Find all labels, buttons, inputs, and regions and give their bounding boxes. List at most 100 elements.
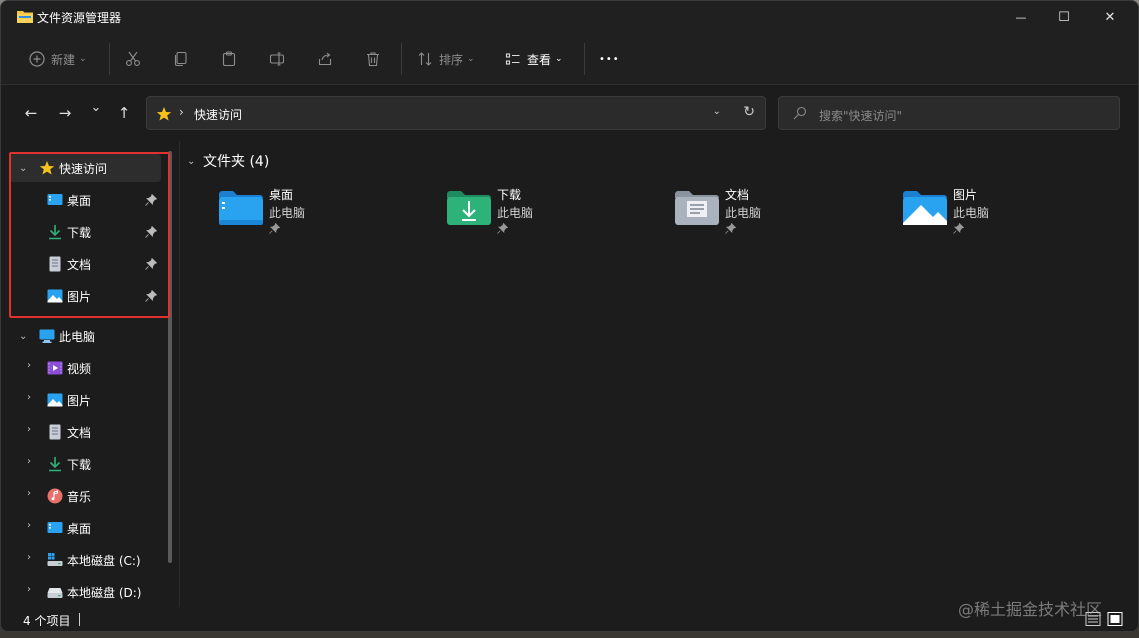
plus-circle-icon [29, 51, 45, 67]
copy-button[interactable] [173, 47, 189, 71]
search-box[interactable]: 搜索"快速访问" [778, 96, 1120, 130]
paste-button[interactable] [221, 47, 237, 71]
navigation-row: ← → ⌄ ↑ › 快速访问 ⌄ ↻ 搜索"快速访问" [1, 86, 1138, 141]
pin-icon [145, 290, 157, 302]
chevron-right-icon[interactable]: › [27, 488, 31, 499]
sidebar-item-label: 下载 [67, 458, 92, 472]
address-bar[interactable]: › 快速访问 ⌄ ↻ [146, 96, 766, 130]
chevron-down-icon: ⌄ [79, 54, 87, 64]
sidebar-scrollbar[interactable] [168, 151, 172, 563]
chevron-right-icon[interactable]: › [27, 456, 31, 467]
delete-button[interactable] [365, 47, 381, 71]
forward-arrow-icon[interactable]: → [55, 104, 75, 122]
window-title: 文件资源管理器 [37, 11, 122, 25]
desktop-icon [47, 194, 63, 205]
sidebar-item-drive-c[interactable]: › 本地磁盘 (C:) [9, 546, 161, 574]
pane-divider [179, 141, 180, 607]
content-pane: ⌄ 文件夹 (4) 桌面 此电脑 下载 此电脑 文档 此电脑 图片 此电脑 [181, 141, 1138, 607]
folder-name: 桌面 [269, 188, 294, 202]
folder-location: 此电脑 [725, 206, 762, 220]
folder-tile-pictures[interactable]: 图片 此电脑 [903, 186, 1103, 242]
chevron-right-icon[interactable]: › [27, 360, 31, 371]
folder-tile-downloads[interactable]: 下载 此电脑 [447, 186, 647, 242]
sidebar-item-quick-access[interactable]: ⌄ 快速访问 [9, 154, 161, 182]
pin-icon [145, 226, 157, 238]
videos-icon [47, 361, 63, 375]
maximize-button[interactable]: ☐ [1041, 1, 1087, 33]
group-title: 文件夹 (4) [203, 154, 270, 170]
pin-icon [145, 194, 157, 206]
sidebar-item-label: 桌面 [67, 522, 92, 536]
folder-tile-documents[interactable]: 文档 此电脑 [675, 186, 875, 242]
clipboard-icon [222, 51, 236, 67]
refresh-icon[interactable]: ↻ [743, 104, 755, 120]
watermark-text: @稀土掘金技术社区 [958, 600, 1103, 619]
folders-group-header[interactable]: ⌄ 文件夹 (4) [187, 151, 269, 171]
sidebar-item-label: 下载 [67, 226, 92, 240]
recent-locations-icon[interactable]: ⌄ [86, 100, 106, 115]
sidebar-item-label: 桌面 [67, 194, 92, 208]
pin-icon [497, 223, 508, 234]
file-explorer-window: 文件资源管理器 — ☐ ✕ 新建 ⌄ 排序 ⌄ 查看 ⌄ ••• ← → ⌄ ↑… [0, 0, 1139, 632]
close-button[interactable]: ✕ [1087, 1, 1133, 33]
sidebar-item-label: 文档 [67, 426, 92, 440]
chevron-right-icon[interactable]: › [27, 552, 31, 563]
sidebar-item-documents-pc[interactable]: › 文档 [9, 418, 161, 446]
sidebar-item-label: 快速访问 [59, 162, 108, 176]
sidebar-item-this-pc[interactable]: ⌄ 此电脑 [9, 322, 161, 350]
chevron-down-icon[interactable]: ⌄ [19, 163, 27, 174]
scissors-icon [126, 51, 140, 66]
chevron-right-icon[interactable]: › [27, 424, 31, 435]
breadcrumb-quick-access[interactable]: 快速访问 [194, 106, 242, 123]
rename-button[interactable] [269, 47, 285, 71]
chevron-down-icon[interactable]: ⌄ [187, 156, 201, 167]
command-bar: 新建 ⌄ 排序 ⌄ 查看 ⌄ ••• [1, 33, 1138, 85]
new-button-label: 新建 [51, 52, 76, 67]
desktop-folder-icon [219, 191, 263, 225]
sidebar-item-label: 图片 [67, 394, 92, 408]
sidebar-item-label: 本地磁盘 (C:) [67, 554, 141, 568]
sort-button[interactable]: 排序 ⌄ [417, 47, 475, 71]
address-dropdown-icon[interactable]: ⌄ [713, 106, 721, 117]
sidebar-item-drive-d[interactable]: › 本地磁盘 (D:) [9, 578, 161, 606]
download-icon [49, 457, 61, 472]
chevron-right-icon[interactable]: › [27, 520, 31, 531]
large-icons-view-icon[interactable] [1107, 611, 1123, 627]
music-icon [47, 488, 63, 504]
sidebar-item-downloads-pc[interactable]: › 下载 [9, 450, 161, 478]
copy-icon [174, 51, 187, 67]
chevron-right-icon[interactable]: › [27, 584, 31, 595]
documents-folder-icon [675, 191, 719, 225]
breadcrumb-chevron-icon: › [179, 105, 184, 119]
folder-tile-desktop[interactable]: 桌面 此电脑 [219, 186, 419, 242]
item-count: 4 个项目 [23, 614, 71, 628]
sidebar-item-label: 文档 [67, 258, 92, 272]
sidebar-item-desktop-pc[interactable]: › 桌面 [9, 514, 161, 542]
sidebar-item-documents[interactable]: 文档 [9, 250, 161, 278]
cut-button[interactable] [125, 47, 141, 71]
sidebar-item-videos[interactable]: › 视频 [9, 354, 161, 382]
more-icon: ••• [599, 53, 620, 65]
share-icon [318, 52, 332, 66]
file-explorer-app-icon [17, 11, 33, 23]
sidebar-item-desktop[interactable]: 桌面 [9, 186, 161, 214]
minimize-button[interactable]: — [998, 1, 1044, 33]
status-divider [79, 613, 80, 626]
pictures-icon [47, 289, 63, 303]
up-arrow-icon[interactable]: ↑ [114, 104, 134, 122]
sidebar-item-pictures-pc[interactable]: › 图片 [9, 386, 161, 414]
sidebar-item-downloads[interactable]: 下载 [9, 218, 161, 246]
new-button[interactable]: 新建 ⌄ [29, 47, 87, 71]
folder-name: 下载 [497, 188, 522, 202]
downloads-folder-icon [447, 191, 491, 225]
chevron-right-icon[interactable]: › [27, 392, 31, 403]
more-options-button[interactable]: ••• [599, 47, 620, 71]
back-arrow-icon[interactable]: ← [21, 104, 41, 122]
chevron-down-icon[interactable]: ⌄ [19, 331, 27, 342]
navigation-pane: ⌄ 快速访问 桌面 下载 文档 图片 ⌄ 此电脑 › 视频 › 图片 › 文档 … [1, 141, 181, 607]
sidebar-item-music[interactable]: › 音乐 [9, 482, 161, 510]
sidebar-item-label: 本地磁盘 (D:) [67, 586, 142, 600]
share-button[interactable] [317, 47, 333, 71]
view-button[interactable]: 查看 ⌄ [505, 47, 563, 71]
sidebar-item-pictures[interactable]: 图片 [9, 282, 161, 310]
